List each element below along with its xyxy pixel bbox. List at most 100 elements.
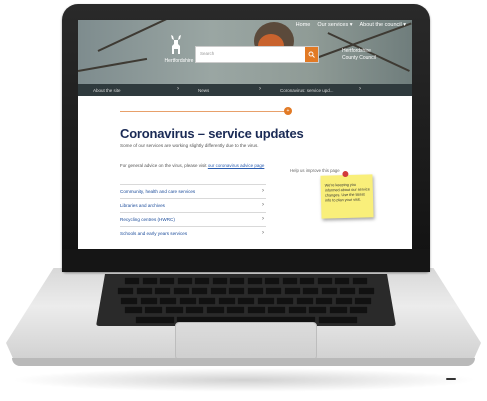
browser-screen: Home Our services ▾ About the council ▾ … [78, 20, 412, 249]
keyboard-key [120, 296, 138, 305]
keyboard-key [211, 277, 228, 285]
menu-item-about-site[interactable]: About the site › [78, 84, 183, 96]
council-line-2: County Council [342, 55, 376, 61]
menu-item-news[interactable]: News › [183, 84, 265, 96]
service-link[interactable]: Schools and early years services [120, 231, 187, 236]
stag-icon [171, 35, 181, 54]
keyboard-key [154, 286, 172, 295]
keyboard-key [217, 296, 236, 305]
topnav-home[interactable]: Home [296, 22, 311, 28]
keyboard-key [123, 306, 143, 315]
advice-text-body: For general advice on the virus, please … [120, 163, 207, 168]
menu-item-coronavirus[interactable]: Coronavirus: service upd... › [265, 84, 365, 96]
keyboard-key [316, 277, 333, 285]
advice-link[interactable]: our coronavirus advice page [208, 163, 265, 168]
laptop-shadow [10, 368, 478, 392]
list-item[interactable]: Recycling centres (HWRC) › [120, 212, 266, 226]
keyboard-key [117, 286, 135, 295]
branch-decoration [78, 57, 148, 72]
keyboard-key [308, 306, 328, 315]
keyboard-key [134, 316, 175, 325]
divider [120, 111, 286, 112]
laptop-trackpad [175, 322, 317, 360]
side-link[interactable]: Help us improve this page [290, 168, 340, 173]
advice-text: For general advice on the virus, please … [120, 163, 270, 169]
keyboard-key [334, 277, 351, 285]
main-menu-bar: About the site › News › Coronavirus: ser… [78, 84, 412, 96]
keyboard-key [287, 306, 307, 315]
keyboard-key [299, 277, 316, 285]
keyboard-key [229, 277, 246, 285]
keyboard-key [351, 277, 368, 285]
laptop-base-front [12, 358, 475, 366]
keyboard-key [176, 277, 193, 285]
chevron-right-icon: › [262, 202, 264, 208]
laptop-keyboard [96, 274, 396, 326]
keyboard-key [159, 296, 177, 305]
keyboard-key [194, 277, 211, 285]
list-item[interactable]: Libraries and archives › [120, 198, 266, 212]
keyboard-key [159, 277, 176, 285]
site-logo[interactable]: Hertfordshire [158, 34, 194, 66]
keyboard-key [339, 286, 357, 295]
header-banner: Home Our services ▾ About the council ▾ … [78, 20, 412, 84]
keyboard-key [141, 277, 158, 285]
keyboard-key [185, 306, 205, 315]
keyboard-key [256, 296, 275, 305]
keyboard-key [198, 296, 216, 305]
keyboard-key [178, 296, 197, 305]
keyboard-key [237, 296, 255, 305]
logo-text: Hertfordshire [164, 58, 194, 64]
keyboard-key [357, 286, 375, 295]
search-icon [308, 51, 315, 58]
service-link[interactable]: Community, health and care services [120, 189, 195, 194]
council-line-1: Hertfordshire [342, 48, 371, 54]
menu-item-label: Coronavirus: service upd... [280, 87, 334, 93]
keyboard-key [139, 296, 158, 305]
search-button[interactable] [305, 47, 318, 62]
keyboard-key [315, 296, 333, 305]
keyboard-row [96, 277, 396, 286]
expand-button[interactable]: + [284, 107, 292, 115]
keyboard-key [317, 316, 358, 325]
keyboard-key [246, 286, 264, 295]
keyboard-key [295, 296, 314, 305]
chevron-right-icon: › [262, 188, 264, 194]
keyboard-key [228, 286, 246, 295]
chevron-right-icon: › [262, 216, 264, 222]
service-list: Community, health and care services › Li… [120, 184, 266, 240]
chevron-down-icon: › [177, 86, 179, 92]
keyboard-key [276, 296, 294, 305]
search-box[interactable]: Search [195, 46, 319, 63]
keyboard-key [246, 306, 266, 315]
menu-item-label: About the site [93, 87, 121, 93]
list-item[interactable]: Schools and early years services › [120, 226, 266, 240]
status-led [446, 378, 456, 380]
intro-text: Some of our services are working slightl… [120, 143, 259, 148]
keyboard-key [191, 286, 209, 295]
keyboard-key [265, 286, 283, 295]
council-name: Hertfordshire County Council [342, 48, 376, 62]
screen-bezel [62, 249, 430, 272]
keyboard-row [96, 286, 396, 296]
keyboard-key [209, 286, 227, 295]
service-link[interactable]: Recycling centres (HWRC) [120, 217, 175, 222]
topnav-our-services[interactable]: Our services ▾ [317, 22, 352, 28]
keyboard-key [302, 286, 320, 295]
keyboard-key [144, 306, 164, 315]
chevron-down-icon: › [259, 86, 261, 92]
sticky-note: We're keeping you informed about our ser… [320, 170, 374, 219]
keyboard-key [354, 296, 372, 305]
keyboard-key [281, 277, 298, 285]
list-item[interactable]: Community, health and care services › [120, 184, 266, 198]
service-link[interactable]: Libraries and archives [120, 203, 165, 208]
keyboard-key [334, 296, 353, 305]
sticky-note-text: We're keeping you informed about our ser… [324, 182, 370, 203]
topnav-about-council[interactable]: About the council ▾ [360, 22, 406, 28]
keyboard-key [172, 286, 190, 295]
chevron-down-icon: › [359, 86, 361, 92]
keyboard-key [246, 277, 263, 285]
keyboard-key [164, 306, 184, 315]
chevron-right-icon: › [262, 230, 264, 236]
search-input[interactable]: Search [200, 51, 214, 56]
